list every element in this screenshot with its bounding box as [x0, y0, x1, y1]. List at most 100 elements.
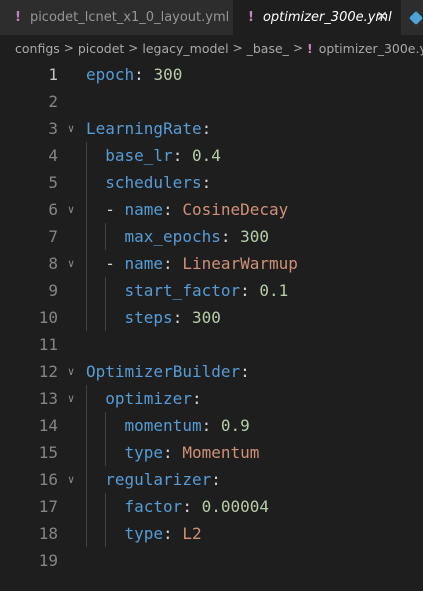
- breadcrumb: configs > picodet > legacy_model > _base…: [0, 35, 423, 61]
- code-text: factor: 0.00004: [124, 497, 270, 516]
- chevron-right-icon: >: [292, 41, 303, 55]
- chevron-right-icon: >: [128, 41, 139, 55]
- code-line[interactable]: 5 schedulers:: [0, 169, 423, 196]
- line-number: 11: [38, 335, 58, 354]
- yaml-key: momentum: [124, 416, 202, 435]
- yaml-string-value: L2: [182, 524, 202, 543]
- indent-guide: [86, 196, 87, 223]
- indent-guide: [86, 439, 87, 466]
- indent-guide: [86, 385, 87, 412]
- yaml-key: LearningRate: [86, 119, 202, 138]
- yaml-key: start_factor: [124, 281, 241, 300]
- tab-optimizer-300e[interactable]: ! optimizer_300e.yml ✕: [233, 0, 401, 35]
- yaml-icon: !: [248, 10, 254, 25]
- code-editor[interactable]: 1 epoch: 300 2 3 ∨ LearningRate: 4 base_lr: 0.4…: [0, 61, 423, 591]
- line-number: 2: [48, 92, 58, 111]
- code-text: base_lr: 0.4: [105, 146, 221, 165]
- yaml-key: steps: [124, 308, 173, 327]
- yaml-key: OptimizerBuilder: [86, 362, 241, 381]
- chevron-right-icon: >: [63, 41, 74, 55]
- code-line[interactable]: 4 base_lr: 0.4: [0, 142, 423, 169]
- code-text: max_epochs: 300: [124, 227, 270, 246]
- code-text: momentum: 0.9: [124, 416, 250, 435]
- yaml-string-value: LinearWarmup: [182, 254, 298, 273]
- breadcrumb-item-file[interactable]: optimizer_300e.yml: [319, 41, 423, 56]
- breadcrumb-item-legacy-model[interactable]: legacy_model: [142, 41, 228, 56]
- code-line[interactable]: 12 ∨ OptimizerBuilder:: [0, 358, 423, 385]
- code-text: OptimizerBuilder:: [86, 362, 250, 381]
- line-number: 16: [38, 470, 58, 489]
- yaml-string-value: CosineDecay: [182, 200, 289, 219]
- code-line[interactable]: 9 start_factor: 0.1: [0, 277, 423, 304]
- code-line[interactable]: 18 type: L2: [0, 520, 423, 547]
- line-number: 13: [38, 389, 58, 408]
- indent-guide: [86, 223, 87, 250]
- fold-chevron-icon[interactable]: ∨: [64, 358, 78, 385]
- code-line[interactable]: 8 ∨ - name: LinearWarmup: [0, 250, 423, 277]
- yaml-key: schedulers: [105, 173, 202, 192]
- indent-guide: [86, 169, 87, 196]
- code-line[interactable]: 3 ∨ LearningRate:: [0, 115, 423, 142]
- code-line[interactable]: 16 ∨ regularizer:: [0, 466, 423, 493]
- code-line[interactable]: 14 momentum: 0.9: [0, 412, 423, 439]
- code-line[interactable]: 6 ∨ - name: CosineDecay: [0, 196, 423, 223]
- code-line[interactable]: 1 epoch: 300: [0, 61, 423, 88]
- line-number: 19: [38, 551, 58, 570]
- indent-guide: [86, 493, 87, 520]
- code-text: regularizer:: [105, 470, 221, 489]
- yaml-icon: !: [307, 40, 313, 56]
- indent-guide: [86, 277, 87, 304]
- line-number: 18: [38, 524, 58, 543]
- fold-chevron-icon[interactable]: ∨: [64, 385, 78, 412]
- code-text: start_factor: 0.1: [124, 281, 289, 300]
- breadcrumb-item-picodet[interactable]: picodet: [78, 41, 124, 56]
- code-line[interactable]: 7 max_epochs: 300: [0, 223, 423, 250]
- fold-chevron-icon[interactable]: ∨: [64, 250, 78, 277]
- close-icon[interactable]: ✕: [373, 8, 391, 26]
- line-number: 6: [48, 200, 58, 219]
- fold-chevron-icon[interactable]: ∨: [64, 466, 78, 493]
- code-line[interactable]: 15 type: Momentum: [0, 439, 423, 466]
- yaml-key: regularizer: [105, 470, 212, 489]
- line-number: 15: [38, 443, 58, 462]
- yaml-icon: !: [15, 10, 21, 25]
- tab-label: picodet_lcnet_x1_0_layout.yml: [29, 10, 230, 25]
- code-line[interactable]: 11: [0, 331, 423, 358]
- code-line[interactable]: 17 factor: 0.00004: [0, 493, 423, 520]
- indent-guide: [86, 466, 87, 493]
- tab-overflow[interactable]: [401, 0, 423, 35]
- line-number: 7: [48, 227, 58, 246]
- code-text: schedulers:: [105, 173, 212, 192]
- code-line[interactable]: 13 ∨ optimizer:: [0, 385, 423, 412]
- yaml-number-value: 0.00004: [201, 497, 270, 516]
- yaml-key: max_epochs: [124, 227, 221, 246]
- indent-guide: [105, 493, 107, 520]
- indent-guide: [105, 439, 107, 466]
- yaml-key: epoch: [86, 65, 135, 84]
- code-text: - name: LinearWarmup: [105, 254, 298, 273]
- fold-chevron-icon[interactable]: ∨: [64, 115, 78, 142]
- yaml-key: name: [124, 200, 164, 219]
- code-text: type: Momentum: [124, 443, 260, 462]
- breadcrumb-item-base[interactable]: _base_: [247, 41, 289, 56]
- chevron-right-icon: >: [232, 41, 243, 55]
- line-number: 3: [48, 119, 58, 138]
- code-line[interactable]: 19: [0, 547, 423, 574]
- code-text: optimizer:: [105, 389, 202, 408]
- tab-bar: ! picodet_lcnet_x1_0_layout.yml ! optimi…: [0, 0, 423, 35]
- code-text: epoch: 300: [86, 65, 183, 84]
- code-line[interactable]: 10 steps: 300: [0, 304, 423, 331]
- indent-guide: [86, 412, 87, 439]
- indent-guide: [105, 412, 107, 439]
- code-line[interactable]: 2: [0, 88, 423, 115]
- line-number: 12: [38, 362, 58, 381]
- line-number: 10: [38, 308, 58, 327]
- line-number: 4: [48, 146, 58, 165]
- fold-chevron-icon[interactable]: ∨: [64, 196, 78, 223]
- tab-picodet-layout[interactable]: ! picodet_lcnet_x1_0_layout.yml: [0, 0, 233, 35]
- yaml-string-value: Momentum: [182, 443, 260, 462]
- breadcrumb-item-configs[interactable]: configs: [15, 41, 60, 56]
- yaml-number-value: 300: [240, 227, 270, 246]
- indent-guide: [86, 250, 87, 277]
- code-text: - name: CosineDecay: [105, 200, 289, 219]
